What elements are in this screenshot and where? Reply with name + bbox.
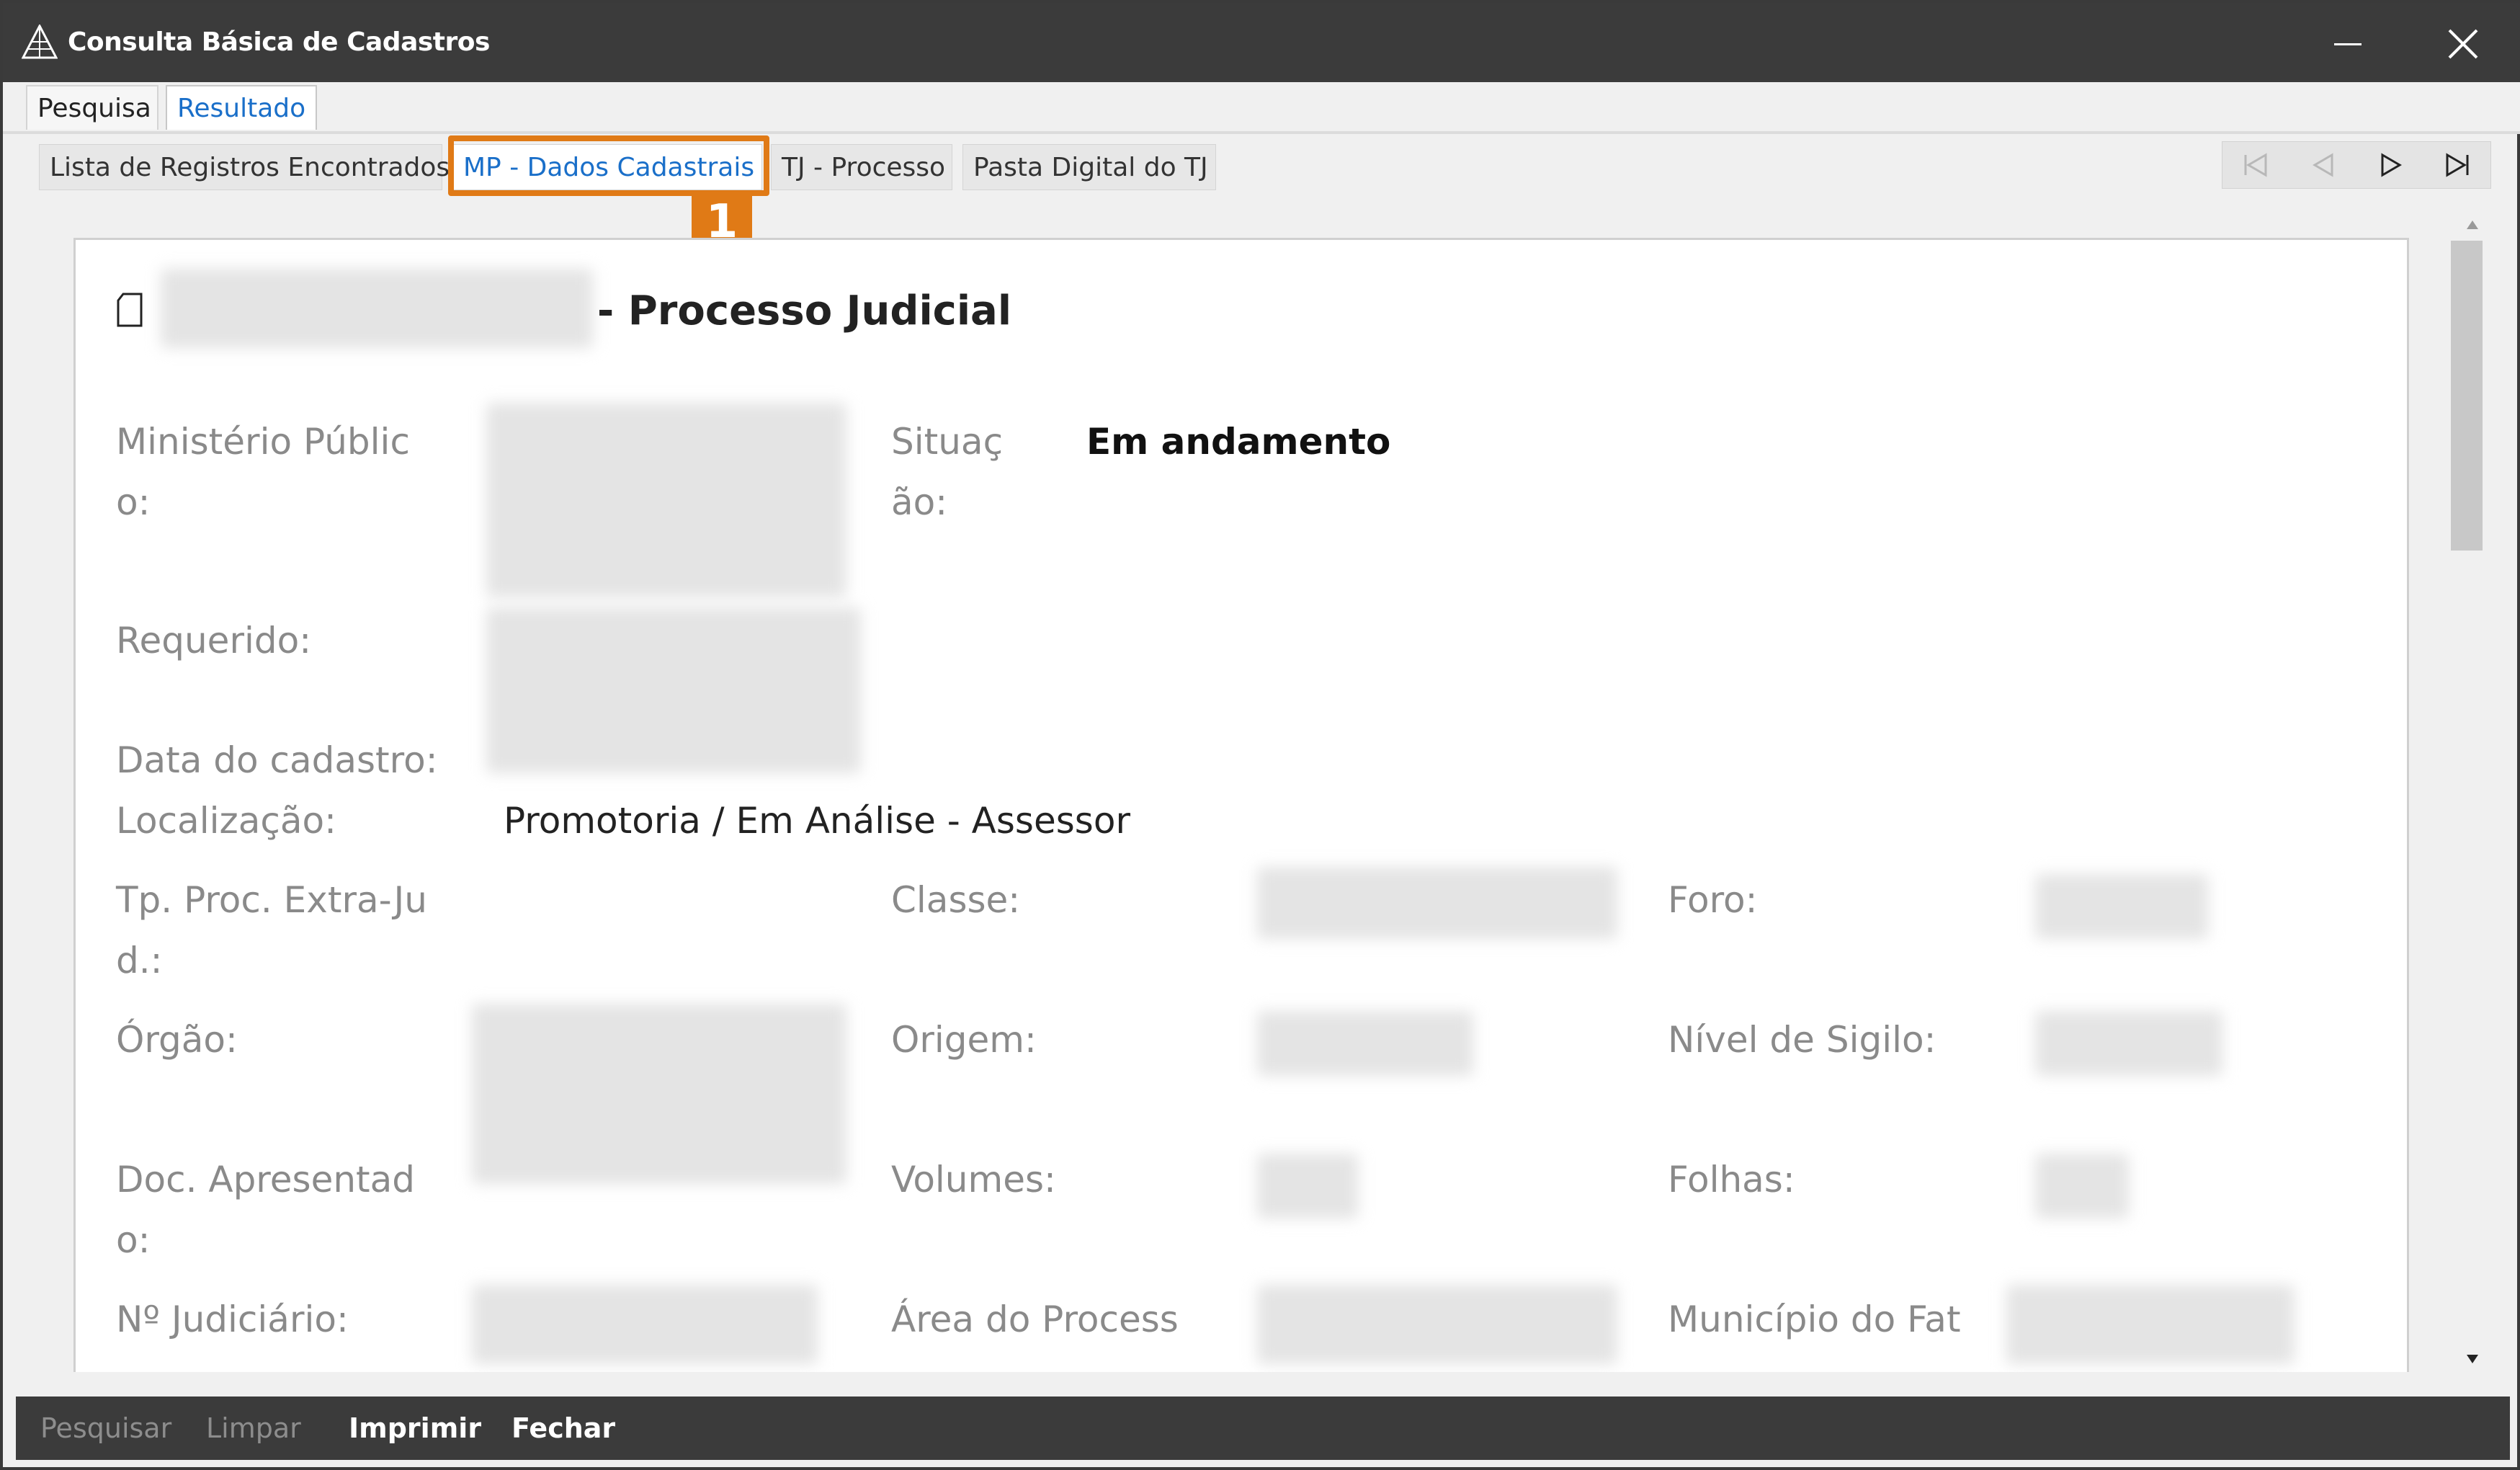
next-record-icon [2381, 153, 2402, 177]
redacted-ministerio-publico [486, 403, 846, 597]
redacted-area-processo [1257, 1285, 1617, 1364]
previous-record-button[interactable] [2290, 142, 2356, 188]
label-municipio: Município do Fat [1668, 1298, 1961, 1340]
imprimir-button[interactable]: Imprimir [349, 1396, 481, 1460]
label-num-judiciario: Nº Judiciário: [116, 1298, 349, 1340]
next-record-button[interactable] [2358, 142, 2424, 188]
label-classe: Classe: [891, 879, 1021, 921]
value-situacao: Em andamento [1086, 421, 1391, 463]
tab-divider [3, 131, 2520, 134]
tab-resultado[interactable]: Resultado [166, 85, 317, 130]
record-title: - Processo Judicial [597, 288, 1012, 334]
redacted-requerido [486, 607, 861, 773]
previous-record-icon [2313, 153, 2333, 177]
record-detail-panel: - Processo Judicial Ministério Públic o:… [73, 238, 2409, 1372]
scroll-down-icon [2467, 1355, 2478, 1363]
vertical-scrollbar[interactable] [2431, 205, 2491, 1379]
value-localizacao: Promotoria / Em Análise - Assessor [504, 800, 1130, 842]
redacted-folhas [2035, 1154, 2129, 1219]
scroll-down-button[interactable] [2431, 1343, 2491, 1379]
app-logo-icon [22, 24, 58, 59]
label-requerido: Requerido: [116, 620, 312, 662]
label-area-processo: Área do Process [891, 1298, 1179, 1340]
subtab-lista-registros[interactable]: Lista de Registros Encontrados [39, 144, 450, 190]
label-localizacao: Localização: [116, 800, 336, 842]
scroll-up-icon [2467, 220, 2478, 229]
label-folhas: Folhas: [1668, 1159, 1795, 1200]
label-ministerio-publico: Ministério Públic o: [116, 421, 410, 523]
label-foro: Foro: [1668, 879, 1758, 921]
record-navigation [2222, 141, 2491, 189]
redacted-process-number [161, 269, 593, 348]
window-title: Consulta Básica de Cadastros [68, 27, 490, 57]
close-icon [2448, 29, 2478, 59]
redacted-classe [1257, 867, 1617, 939]
main-tab-bar: Pesquisa Resultado [3, 82, 2520, 133]
limpar-button[interactable]: Limpar [206, 1396, 301, 1460]
scroll-up-button[interactable] [2431, 205, 2491, 241]
callout-highlight [448, 135, 769, 196]
footer-toolbar: Pesquisar Limpar Imprimir Fechar [16, 1396, 2510, 1460]
label-orgao: Órgão: [116, 1019, 238, 1061]
last-record-button[interactable] [2426, 142, 2492, 188]
last-record-icon [2446, 153, 2469, 177]
label-doc-apresentado: Doc. Apresentad o: [116, 1159, 416, 1261]
label-origem: Origem: [891, 1019, 1037, 1061]
redacted-municipio [2006, 1285, 2295, 1364]
redacted-origem [1257, 1011, 1473, 1076]
redacted-num-judiciario [472, 1285, 818, 1364]
label-tp-proc-extra-jud: Tp. Proc. Extra-Ju d.: [116, 879, 427, 981]
fechar-button[interactable]: Fechar [511, 1396, 615, 1460]
pesquisar-button[interactable]: Pesquisar [40, 1396, 171, 1460]
minimize-button[interactable] [2321, 17, 2374, 71]
document-icon [117, 293, 143, 327]
redacted-foro [2035, 874, 2208, 939]
label-situacao: Situaç ão: [891, 421, 1004, 523]
subtab-tj-processo[interactable]: TJ - Processo [771, 144, 952, 190]
redacted-volumes [1257, 1154, 1358, 1219]
application-window: Consulta Básica de Cadastros Pesquisa Re… [0, 0, 2520, 1470]
label-nivel-sigilo: Nível de Sigilo: [1668, 1019, 1936, 1061]
redacted-orgao [472, 1004, 846, 1184]
redacted-nivel-sigilo [2035, 1011, 2222, 1076]
tab-pesquisa[interactable]: Pesquisa [26, 85, 158, 130]
close-button[interactable] [2434, 17, 2493, 71]
label-volumes: Volumes: [891, 1159, 1056, 1200]
first-record-button[interactable] [2222, 142, 2289, 188]
subtab-pasta-digital[interactable]: Pasta Digital do TJ [962, 144, 1216, 190]
scroll-thumb[interactable] [2451, 241, 2483, 551]
first-record-icon [2244, 153, 2267, 177]
label-data-cadastro: Data do cadastro: [116, 739, 438, 781]
title-bar: Consulta Básica de Cadastros [3, 3, 2520, 82]
